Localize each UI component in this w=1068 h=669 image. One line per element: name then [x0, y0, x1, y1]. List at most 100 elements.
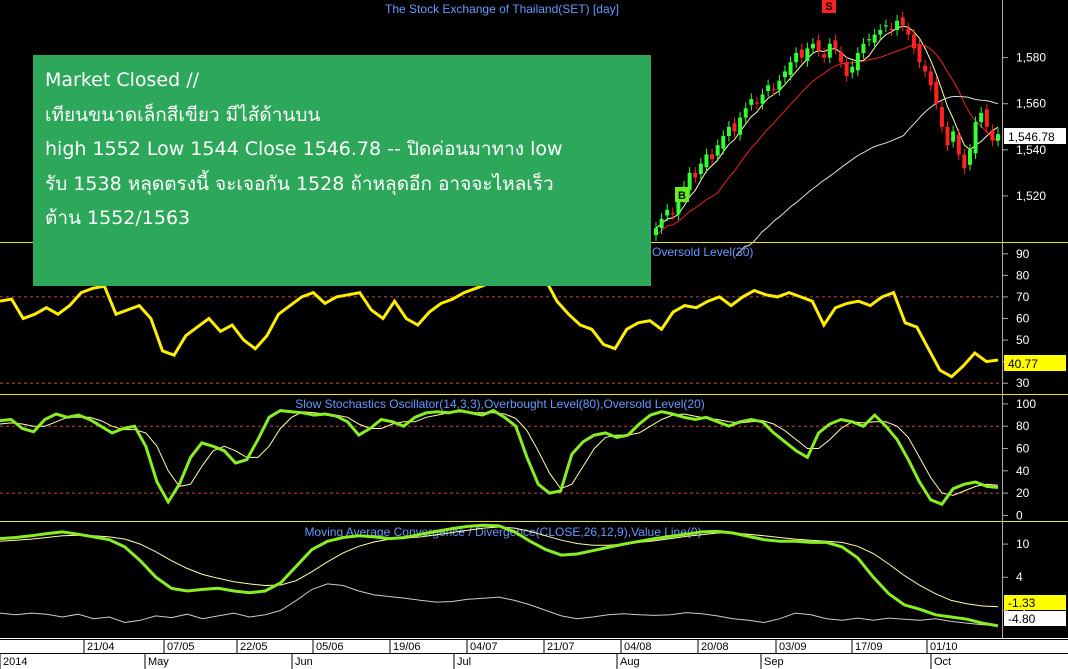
- date-day-label: 01/10: [930, 641, 958, 653]
- candle-body: [810, 43, 815, 49]
- price-tick-label: 1,560: [1016, 97, 1046, 111]
- macd-last-value-1: -1.33: [1008, 596, 1036, 610]
- candle-body: [771, 88, 776, 90]
- commentary-line: รับ 1538 หลุดตรงนี้ จะเจอกัน 1528 ถ้าหลุ…: [45, 172, 554, 195]
- candle-body: [654, 228, 658, 236]
- commentary-box: Market Closed // เทียนขนาดเล็กสีเขียว มี…: [33, 55, 651, 286]
- stoch-tick-label: 100: [1016, 397, 1036, 411]
- candle-body: [867, 39, 872, 41]
- buy-signal-label: B: [678, 190, 686, 202]
- candle-body: [872, 34, 877, 43]
- candle-body: [996, 134, 1000, 141]
- candle-body: [754, 102, 759, 104]
- price-tick-label: 1,540: [1016, 143, 1046, 157]
- date-month-label: Jul: [457, 656, 471, 668]
- stoch-tick-label: 0: [1016, 508, 1023, 522]
- price-tick-label: 1,580: [1016, 51, 1046, 65]
- candle-body: [850, 66, 855, 73]
- candle-body: [951, 131, 956, 142]
- macd-tick-label: 4: [1016, 570, 1023, 584]
- candle-body: [956, 134, 961, 155]
- candle-body: [816, 40, 821, 51]
- candle-body: [788, 62, 793, 75]
- macd-tick-label: 10: [1016, 537, 1030, 551]
- candle-body: [962, 154, 967, 169]
- candle-body: [939, 107, 944, 127]
- candle-body: [749, 99, 754, 105]
- candle-body: [777, 80, 782, 90]
- price-tick-label: 1,520: [1016, 189, 1046, 203]
- candle-body: [928, 71, 933, 86]
- candle-body: [917, 44, 922, 63]
- commentary-line: ต้าน 1552/1563: [45, 207, 191, 229]
- rsi-tick-label: 30: [1016, 376, 1030, 390]
- macd-histogram-line: [0, 583, 999, 627]
- rsi-tick-label: 50: [1016, 333, 1030, 347]
- candle-body: [934, 81, 939, 104]
- candle-body: [906, 28, 911, 35]
- candle-body: [715, 145, 720, 156]
- date-day-label: 03/09: [779, 641, 807, 653]
- date-axis: 21/04 07/05 22/05 05/06 19/06 04/07 21/07 04/08…: [0, 638, 1068, 669]
- stoch-tick-label: 40: [1016, 464, 1030, 478]
- date-day-label: 17/09: [855, 641, 883, 653]
- stoch-tick-label: 20: [1016, 486, 1030, 500]
- candle-body: [833, 40, 838, 49]
- candle-body: [822, 54, 827, 58]
- candle-body: [743, 108, 748, 118]
- price-last-value: 1,546.78: [1008, 130, 1055, 144]
- candle-body: [766, 85, 771, 92]
- candle-body: [855, 53, 860, 71]
- candle-body: [911, 34, 916, 49]
- stoch-tick-label: 60: [1016, 442, 1030, 456]
- candle-body: [665, 209, 670, 216]
- stoch-panel-title: Slow Stochastics Oscillator(14,3,3),Over…: [295, 397, 705, 411]
- candle-body: [945, 126, 950, 146]
- rsi-tick-label: 60: [1016, 312, 1030, 326]
- date-day-label: 21/04: [87, 641, 115, 653]
- candle-body: [704, 154, 709, 168]
- stoch-panel: Slow Stochastics Oscillator(14,3,3),Over…: [0, 397, 1036, 522]
- candle-body: [732, 123, 737, 132]
- date-day-label: 04/08: [624, 641, 652, 653]
- commentary-line: เทียนขนาดเล็กสีเขียว มีไส้ด้านบน: [45, 103, 321, 126]
- date-month-label: Jun: [295, 656, 313, 668]
- candle-body: [979, 112, 984, 123]
- candle-body: [883, 25, 888, 27]
- rsi-panel-title: Oversold Level(30): [652, 245, 753, 259]
- rsi-last-value: 40.77: [1008, 357, 1038, 371]
- macd-line: [0, 523, 999, 628]
- date-day-label: 21/07: [547, 641, 575, 653]
- candle-body: [844, 62, 849, 77]
- candle-body: [923, 65, 928, 72]
- date-month-label: Aug: [620, 656, 640, 668]
- candle-body: [710, 154, 715, 160]
- date-month-label: May: [148, 656, 169, 668]
- rsi-tick-label: 70: [1016, 290, 1030, 304]
- candle-body: [827, 43, 832, 58]
- candle-body: [900, 17, 905, 26]
- candle-body: [721, 135, 726, 149]
- candle-body: [794, 53, 799, 63]
- date-day-label: 20/08: [701, 641, 729, 653]
- candle-body: [738, 117, 743, 135]
- candle-body: [839, 51, 844, 63]
- price-panel-title: The Stock Exchange of Thailand(SET) [day…: [385, 2, 619, 16]
- sell-signal-label: S: [825, 1, 832, 13]
- date-day-label: 05/06: [316, 641, 344, 653]
- candle-body: [726, 126, 731, 136]
- candle-body: [676, 200, 681, 215]
- candle-body: [659, 218, 664, 229]
- date-month-label: 2014: [3, 656, 27, 668]
- candle-body: [878, 29, 883, 35]
- commentary-line: Market Closed //: [45, 69, 200, 91]
- candle-body: [670, 213, 675, 215]
- candle-body: [760, 94, 765, 104]
- macd-panel: Moving Average Convergence / Divergence(…: [0, 523, 1066, 628]
- candle-body: [861, 43, 866, 54]
- stoch-slow-line: [0, 411, 999, 496]
- macd-last-value-2: -4.80: [1008, 612, 1036, 626]
- rsi-tick-label: 90: [1016, 247, 1030, 261]
- candle-body: [693, 172, 698, 178]
- commentary-line: high 1552 Low 1544 Close 1546.78 -- ปิดค…: [45, 138, 563, 160]
